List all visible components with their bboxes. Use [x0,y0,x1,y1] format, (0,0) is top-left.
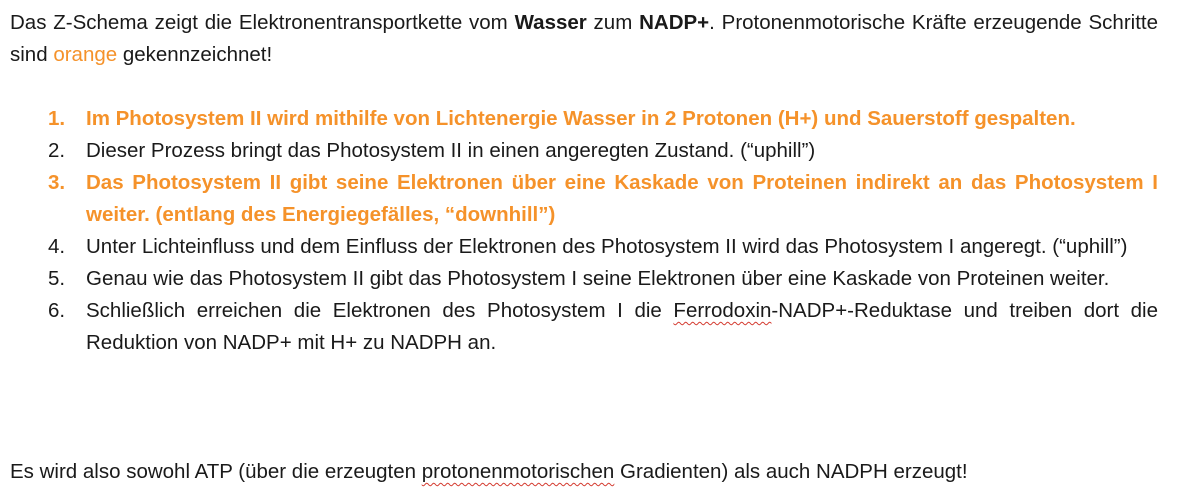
intro-paragraph: Das Z-Schema zeigt die Elektronentranspo… [10,7,1158,71]
step-text: in 2 Protonen (H+) und Sauerstoff gespal… [635,107,1076,130]
outro-text-2: Gradienten) als auch NADPH erzeugt! [614,460,968,483]
spellcheck-flagged-word[interactable]: protonenmotorischen [422,460,615,483]
outro-paragraph: Es wird also sowohl ATP (über die erzeug… [10,456,968,488]
step-text: Unter Lichteinfluss und dem Einfluss der… [86,235,1128,258]
step-bold-water: Wasser [563,107,636,130]
intro-orange-word: orange [53,43,118,66]
spellcheck-flagged-word[interactable]: Ferrodoxin [673,299,771,322]
step-text: Genau wie das Photosystem II gibt das Ph… [86,267,1110,290]
list-item-step-6: 6. Schließlich erreichen die Elektronen d… [0,295,1158,359]
intro-text-4: gekennzeichnet! [117,43,273,66]
intro-bold-nadp: NADP+ [639,11,710,34]
step-text: Schließlich erreichen die Elektronen des… [86,299,674,322]
step-number: 4. [48,235,66,258]
step-text: Das Photosystem II gibt seine Elektronen… [86,171,1158,226]
step-number: 5. [48,267,66,290]
list-item-step-3: 3. Das Photosystem II gibt seine Elektron… [0,167,1158,231]
step-text: Dieser Prozess bringt das Photosystem II… [86,139,816,162]
step-number: 6. [48,299,66,322]
intro-bold-water: Wasser [514,11,587,34]
document-page: Das Z-Schema zeigt die Elektronentranspo… [0,0,1178,502]
outro-text-1: Es wird also sowohl ATP (über die erzeug… [10,460,422,483]
step-number: 2. [48,139,66,162]
intro-text-2: zum [586,11,640,34]
list-item-step-5: 5. Genau wie das Photosystem II gibt das … [0,263,1158,295]
intro-text-1: Das Z-Schema zeigt die Elektronentranspo… [10,11,515,34]
step-number: 1. [48,107,66,130]
list-item-step-4: 4. Unter Lichteinfluss und dem Einfluss d… [0,231,1158,263]
list-item-step-2: 2. Dieser Prozess bringt das Photosystem … [0,135,1158,167]
steps-list: 1. Im Photosystem II wird mithilfe von Li… [0,103,1158,359]
step-text: Im Photosystem II wird mithilfe von Lich… [86,107,564,130]
step-number: 3. [48,171,66,194]
list-item-step-1: 1. Im Photosystem II wird mithilfe von Li… [0,103,1158,135]
